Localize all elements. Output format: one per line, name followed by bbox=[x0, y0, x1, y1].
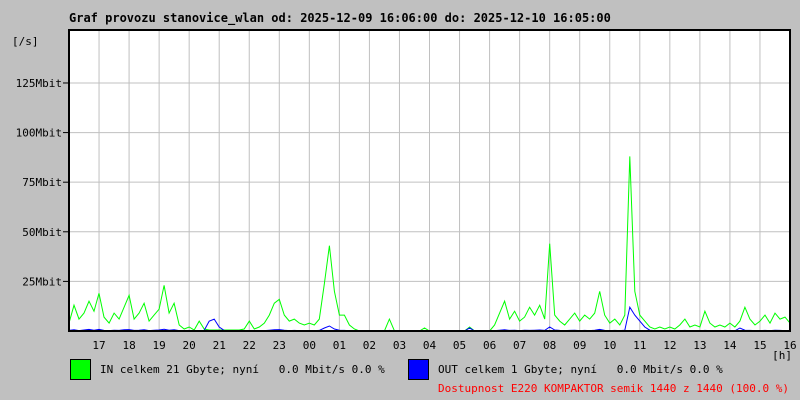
svg-text:14: 14 bbox=[723, 339, 737, 352]
in-legend-label: IN celkem 21 Gbyte; nyní 0.0 Mbit/s 0.0 … bbox=[100, 363, 385, 376]
svg-text:10: 10 bbox=[603, 339, 616, 352]
svg-text:23: 23 bbox=[273, 339, 286, 352]
traffic-graph-page: Graf provozu stanovice_wlan od: 2025-12-… bbox=[0, 0, 800, 400]
svg-text:50Mbit: 50Mbit bbox=[22, 226, 62, 239]
in-legend-swatch bbox=[70, 359, 91, 380]
svg-text:75Mbit: 75Mbit bbox=[22, 176, 62, 189]
svg-text:06: 06 bbox=[483, 339, 496, 352]
svg-text:17: 17 bbox=[92, 339, 105, 352]
svg-text:125Mbit: 125Mbit bbox=[16, 77, 62, 90]
traffic-chart: 17 18 19 20 21 22 23 00 01 02 03 04 05 06 07 08 09 10 11 12… bbox=[16, 29, 797, 362]
svg-text:08: 08 bbox=[543, 339, 556, 352]
svg-text:04: 04 bbox=[423, 339, 437, 352]
svg-text:22: 22 bbox=[243, 339, 256, 352]
svg-text:01: 01 bbox=[333, 339, 346, 352]
svg-text:21: 21 bbox=[213, 339, 226, 352]
svg-text:19: 19 bbox=[153, 339, 166, 352]
svg-text:09: 09 bbox=[573, 339, 586, 352]
availability-status: Dostupnost E220 KOMPAKTOR semik 1440 z 1… bbox=[438, 382, 789, 395]
svg-text:02: 02 bbox=[363, 339, 376, 352]
svg-text:100Mbit: 100Mbit bbox=[16, 127, 62, 140]
out-legend-label: OUT celkem 1 Gbyte; nyní 0.0 Mbit/s 0.0 … bbox=[438, 363, 723, 376]
svg-text:12: 12 bbox=[663, 339, 676, 352]
svg-text:18: 18 bbox=[122, 339, 135, 352]
svg-text:25Mbit: 25Mbit bbox=[22, 275, 62, 288]
svg-text:20: 20 bbox=[183, 339, 196, 352]
svg-text:05: 05 bbox=[453, 339, 466, 352]
svg-text:15: 15 bbox=[753, 339, 766, 352]
svg-text:[h]: [h] bbox=[772, 349, 792, 362]
svg-text:03: 03 bbox=[393, 339, 406, 352]
svg-text:13: 13 bbox=[693, 339, 706, 352]
out-legend-swatch bbox=[408, 359, 429, 380]
svg-text:07: 07 bbox=[513, 339, 526, 352]
svg-text:11: 11 bbox=[633, 339, 646, 352]
svg-text:00: 00 bbox=[303, 339, 316, 352]
